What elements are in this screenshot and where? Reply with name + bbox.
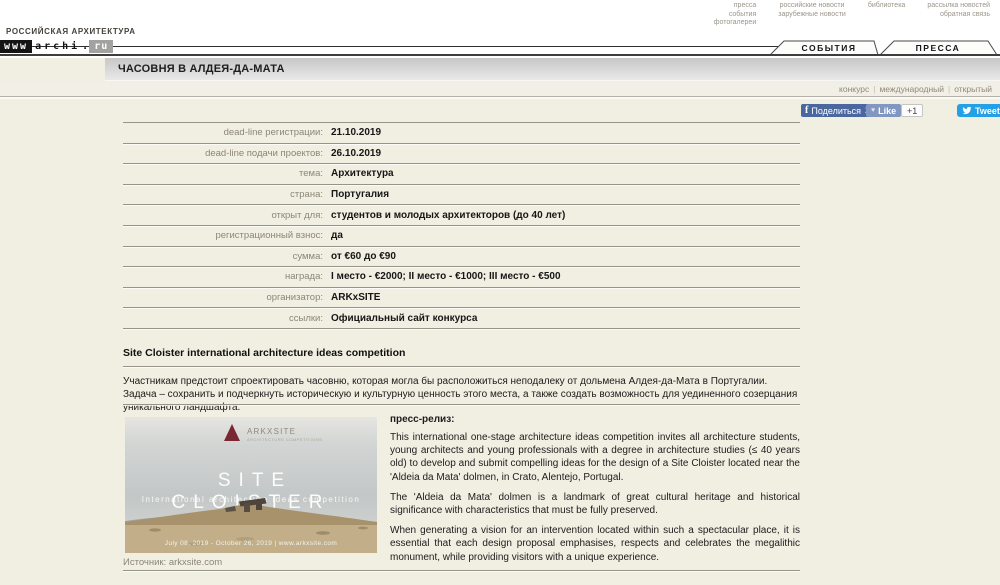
divider <box>123 366 800 367</box>
tab-baseline <box>0 54 1000 56</box>
competition-details-table: dead-line регистрации: 21.10.2019 dead-li… <box>123 122 800 329</box>
nav-photogalleries[interactable]: фотогалереи <box>714 19 757 28</box>
page-title-bar: ЧАСОВНЯ В АЛДЕЯ-ДА-МАТА <box>105 58 1000 81</box>
row-label: dead-line регистрации: <box>123 127 323 138</box>
row-label: страна: <box>123 189 323 200</box>
table-row: ссылки: Официальный сайт конкурса <box>123 308 800 329</box>
competition-poster-image[interactable]: ARKXSITE ARCHITECTURE COMPETITIONS SITE … <box>125 417 377 553</box>
row-label: тема: <box>123 168 323 179</box>
row-label: награда: <box>123 271 323 282</box>
row-value: от €60 до €90 <box>331 251 396 262</box>
table-row: организатор: ARKxSITE <box>123 288 800 309</box>
nav-column-contact: рассылка новостей обратная связь <box>927 2 990 28</box>
arkxsite-logo-icon <box>224 424 240 441</box>
heart-icon: ♥ <box>871 107 875 114</box>
press-paragraph: This international one-stage architectur… <box>390 431 800 484</box>
category-competition[interactable]: конкурс <box>839 84 869 94</box>
tweet-label: Tweet <box>975 106 1000 116</box>
row-label: ссылки: <box>123 313 323 324</box>
article-intro: Участникам предстоит спроектировать часо… <box>123 375 800 414</box>
tab-press[interactable]: ПРЕССА <box>888 43 988 53</box>
top-navigation: пресса события фотогалереи российские но… <box>714 2 990 28</box>
press-paragraph: The 'Aldeia da Mata' dolmen is a landmar… <box>390 491 800 517</box>
like-label: Like <box>878 106 896 116</box>
logo-ru: ru <box>89 40 113 53</box>
page: пресса события фотогалереи российские но… <box>0 0 1000 585</box>
row-label: dead-line подачи проектов: <box>123 148 323 159</box>
nav-column-library: библиотека <box>868 2 905 28</box>
poster-dates: July 08, 2019 - October 26, 2019 | www.a… <box>125 540 377 547</box>
separator: | <box>948 84 950 94</box>
nav-foreign-news[interactable]: зарубежные новости <box>778 11 846 20</box>
row-value: I место - €2000; II место - €1000; III м… <box>331 271 561 282</box>
category-bar: конкурс | международный | открытый <box>0 82 1000 97</box>
divider <box>123 570 800 571</box>
category-open[interactable]: открытый <box>954 84 992 94</box>
table-row: dead-line подачи проектов: 26.10.2019 <box>123 144 800 165</box>
logo-dot: . <box>81 41 89 52</box>
nav-russian-news[interactable]: российские новости <box>778 2 846 11</box>
separator: | <box>873 84 875 94</box>
row-value: Португалия <box>331 189 389 200</box>
page-title: ЧАСОВНЯ В АЛДЕЯ-ДА-МАТА <box>105 58 1000 81</box>
table-row: регистрационный взнос: да <box>123 226 800 247</box>
source-label: Источник: <box>123 557 166 568</box>
table-row: страна: Португалия <box>123 185 800 206</box>
official-site-link[interactable]: Официальный сайт конкурса <box>331 313 477 324</box>
poster-brand-subtext: ARCHITECTURE COMPETITIONS <box>247 437 322 442</box>
facebook-share-label: Поделиться <box>811 106 861 116</box>
source-line: Источник: arkxsite.com <box>123 557 222 568</box>
table-row: награда: I место - €2000; II место - €100… <box>123 267 800 288</box>
facebook-icon: f <box>805 106 808 116</box>
article-heading: Site Cloister international architecture… <box>123 347 405 359</box>
row-value: 26.10.2019 <box>331 148 381 159</box>
row-label: открыт для: <box>123 210 323 221</box>
nav-newsletter[interactable]: рассылка новостей <box>927 2 990 11</box>
category-international[interactable]: международный <box>879 84 944 94</box>
press-release: пресс-релиз: This international one-stag… <box>390 414 800 571</box>
site-name: РОССИЙСКАЯ АРХИТЕКТУРА <box>6 27 136 36</box>
logo-archi: archi <box>32 41 81 52</box>
header-rule <box>0 46 778 47</box>
tweet-button[interactable]: Tweet <box>957 104 1000 117</box>
plus-one-button[interactable]: +1 <box>901 104 923 117</box>
archi-ru-logo[interactable]: www archi . ru <box>0 40 113 53</box>
table-row: тема: Архитектура <box>123 164 800 185</box>
nav-press[interactable]: пресса <box>714 2 757 11</box>
row-value: Архитектура <box>331 168 394 179</box>
row-value: ARKxSITE <box>331 292 380 303</box>
row-label: регистрационный взнос: <box>123 230 323 241</box>
nav-column-news: российские новости зарубежные новости <box>778 2 846 28</box>
row-label: организатор: <box>123 292 323 303</box>
table-row: открыт для: студентов и молодых архитекто… <box>123 205 800 226</box>
row-label: сумма: <box>123 251 323 262</box>
facebook-share-button[interactable]: f Поделиться 2 <box>801 104 875 117</box>
row-value: 21.10.2019 <box>331 127 381 138</box>
tab-events[interactable]: СОБЫТИЯ <box>781 43 877 53</box>
logo-www: www <box>0 40 32 53</box>
twitter-bird-icon <box>962 106 972 115</box>
divider <box>123 404 800 405</box>
source-link[interactable]: arkxsite.com <box>169 557 222 568</box>
nav-column-sections: пресса события фотогалереи <box>714 2 757 28</box>
plus-one-label: +1 <box>907 106 917 116</box>
row-value: да <box>331 230 343 241</box>
nav-events[interactable]: события <box>714 11 757 20</box>
nav-library[interactable]: библиотека <box>868 2 905 11</box>
table-row: сумма: от €60 до €90 <box>123 247 800 268</box>
like-button[interactable]: ♥ Like <box>866 104 901 117</box>
poster-brand: ARKXSITE <box>247 427 296 436</box>
table-row: dead-line регистрации: 21.10.2019 <box>123 123 800 144</box>
press-release-label: пресс-релиз: <box>390 414 800 425</box>
press-paragraph: When generating a vision for an interven… <box>390 524 800 564</box>
nav-feedback[interactable]: обратная связь <box>927 11 990 20</box>
row-value: студентов и молодых архитекторов (до 40 … <box>331 210 565 221</box>
